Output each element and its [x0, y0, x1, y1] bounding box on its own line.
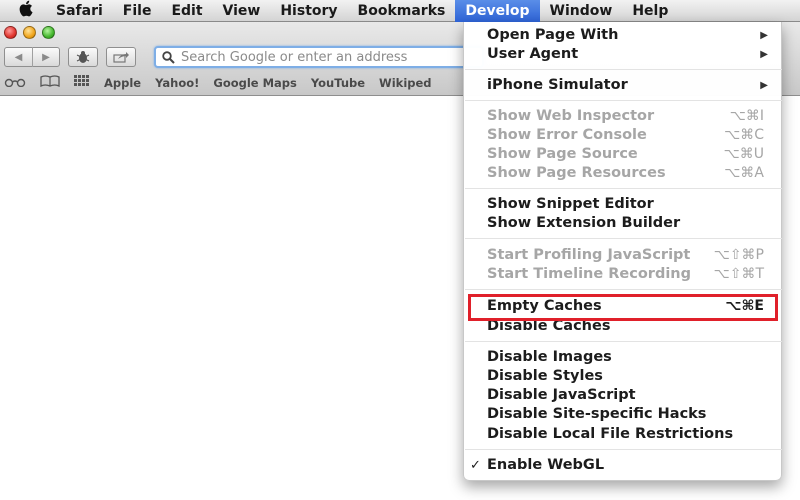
nav-toolbar: ◀ ▶ — [4, 46, 136, 68]
share-button[interactable] — [106, 47, 136, 67]
back-arrow-icon: ◀ — [14, 51, 23, 63]
shortcut: ⌥⌘C — [724, 127, 764, 143]
menu-item-label: Disable JavaScript — [487, 387, 636, 403]
menu-separator — [465, 188, 782, 189]
menu-item-enable-webgl[interactable]: ✓ Enable WebGL — [464, 456, 781, 475]
menu-separator — [465, 341, 782, 342]
menu-item-label: Disable Site-specific Hacks — [487, 406, 707, 422]
menu-item-show-error-console: Show Error Console ⌥⌘C — [464, 126, 781, 145]
shortcut: ⌥⇧⌘P — [713, 247, 764, 263]
menu-item-show-snippet-editor[interactable]: Show Snippet Editor — [464, 195, 781, 214]
menu-item-label: iPhone Simulator — [487, 77, 628, 93]
menu-separator — [465, 449, 782, 450]
zoom-window-button[interactable] — [42, 26, 55, 39]
menu-item-disable-styles[interactable]: Disable Styles — [464, 367, 781, 386]
menu-item-label: Start Profiling JavaScript — [487, 247, 691, 263]
bookmark-apple[interactable]: Apple — [104, 76, 141, 90]
menu-item-label: Open Page With — [487, 27, 619, 43]
menu-item-show-extension-builder[interactable]: Show Extension Builder — [464, 214, 781, 233]
menu-edit[interactable]: Edit — [161, 0, 212, 22]
bookmarks-bar: Apple Yahoo! Google Maps YouTube Wikiped — [4, 74, 432, 92]
menu-item-disable-site-specific-hacks[interactable]: Disable Site-specific Hacks — [464, 405, 781, 424]
bug-button[interactable] — [68, 47, 98, 67]
checkmark-icon: ✓ — [470, 458, 481, 473]
forward-arrow-icon: ▶ — [42, 51, 50, 63]
menu-safari[interactable]: Safari — [50, 0, 113, 22]
bookmark-yahoo[interactable]: Yahoo! — [155, 76, 199, 90]
menu-separator — [465, 289, 782, 290]
menu-item-disable-local-file-restrictions[interactable]: Disable Local File Restrictions — [464, 425, 781, 444]
address-placeholder: Search Google or enter an address — [181, 49, 408, 65]
highlight-annotation-box — [468, 294, 778, 321]
menu-item-show-page-source: Show Page Source ⌥⌘U — [464, 145, 781, 164]
menu-item-label: Disable Styles — [487, 368, 603, 384]
menu-item-label: Show Page Source — [487, 146, 638, 162]
search-icon — [162, 50, 175, 64]
menu-item-show-web-inspector: Show Web Inspector ⌥⌘I — [464, 107, 781, 126]
bookmarks-icon[interactable] — [40, 75, 60, 91]
menu-view[interactable]: View — [213, 0, 271, 22]
menu-bookmarks[interactable]: Bookmarks — [348, 0, 456, 22]
submenu-arrow-icon: ▶ — [760, 30, 768, 41]
address-search-field[interactable]: Search Google or enter an address — [154, 46, 484, 68]
bug-icon — [76, 51, 90, 63]
bookmark-google-maps[interactable]: Google Maps — [213, 76, 297, 90]
minimize-window-button[interactable] — [23, 26, 36, 39]
menu-item-disable-images[interactable]: Disable Images — [464, 348, 781, 367]
back-button[interactable]: ◀ — [5, 47, 32, 67]
menu-help[interactable]: Help — [622, 0, 678, 22]
menu-item-label: Start Timeline Recording — [487, 266, 691, 282]
shortcut: ⌥⇧⌘T — [713, 266, 764, 282]
submenu-arrow-icon: ▶ — [760, 49, 768, 60]
reading-list-icon[interactable] — [4, 76, 26, 91]
menu-item-label: Show Web Inspector — [487, 108, 655, 124]
back-forward-buttons: ◀ ▶ — [4, 47, 60, 67]
menu-bar: Safari File Edit View History Bookmarks … — [0, 0, 800, 22]
menu-window[interactable]: Window — [540, 0, 623, 22]
menu-item-label: User Agent — [487, 46, 579, 62]
menu-item-label: Show Snippet Editor — [487, 196, 654, 212]
menu-item-label: Show Extension Builder — [487, 215, 681, 231]
close-window-button[interactable] — [4, 26, 17, 39]
shortcut: ⌥⌘I — [729, 108, 764, 124]
menu-item-label: Show Error Console — [487, 127, 647, 143]
shortcut: ⌥⌘U — [723, 146, 764, 162]
share-icon — [113, 52, 129, 63]
menu-separator — [465, 69, 782, 70]
menu-file[interactable]: File — [113, 0, 162, 22]
menu-separator — [465, 100, 782, 101]
menu-history[interactable]: History — [270, 0, 347, 22]
menu-item-label: Disable Local File Restrictions — [487, 426, 734, 442]
menu-item-iphone-simulator[interactable]: iPhone Simulator ▶ — [464, 76, 781, 95]
menu-item-label: Show Page Resources — [487, 165, 666, 181]
top-sites-icon[interactable] — [74, 75, 90, 91]
menu-item-user-agent[interactable]: User Agent ▶ — [464, 45, 781, 64]
shortcut: ⌥⌘A — [724, 165, 764, 181]
forward-button[interactable]: ▶ — [31, 47, 59, 67]
bookmark-wikipedia[interactable]: Wikiped — [379, 76, 431, 90]
window-controls — [4, 26, 55, 39]
menu-separator — [465, 238, 782, 239]
develop-menu: Open Page With ▶ User Agent ▶ iPhone Sim… — [463, 22, 782, 481]
menu-item-disable-javascript[interactable]: Disable JavaScript — [464, 386, 781, 405]
menu-develop[interactable]: Develop — [455, 0, 540, 22]
menu-item-show-page-resources: Show Page Resources ⌥⌘A — [464, 164, 781, 183]
menu-item-open-page-with[interactable]: Open Page With ▶ — [464, 26, 781, 45]
apple-menu-icon[interactable] — [0, 0, 50, 22]
menu-item-start-timeline-recording: Start Timeline Recording ⌥⇧⌘T — [464, 265, 781, 284]
menu-item-start-profiling-javascript: Start Profiling JavaScript ⌥⇧⌘P — [464, 246, 781, 265]
bookmark-youtube[interactable]: YouTube — [311, 76, 365, 90]
menu-item-label: Disable Images — [487, 349, 612, 365]
submenu-arrow-icon: ▶ — [760, 80, 768, 91]
menu-item-label: Enable WebGL — [487, 457, 605, 473]
